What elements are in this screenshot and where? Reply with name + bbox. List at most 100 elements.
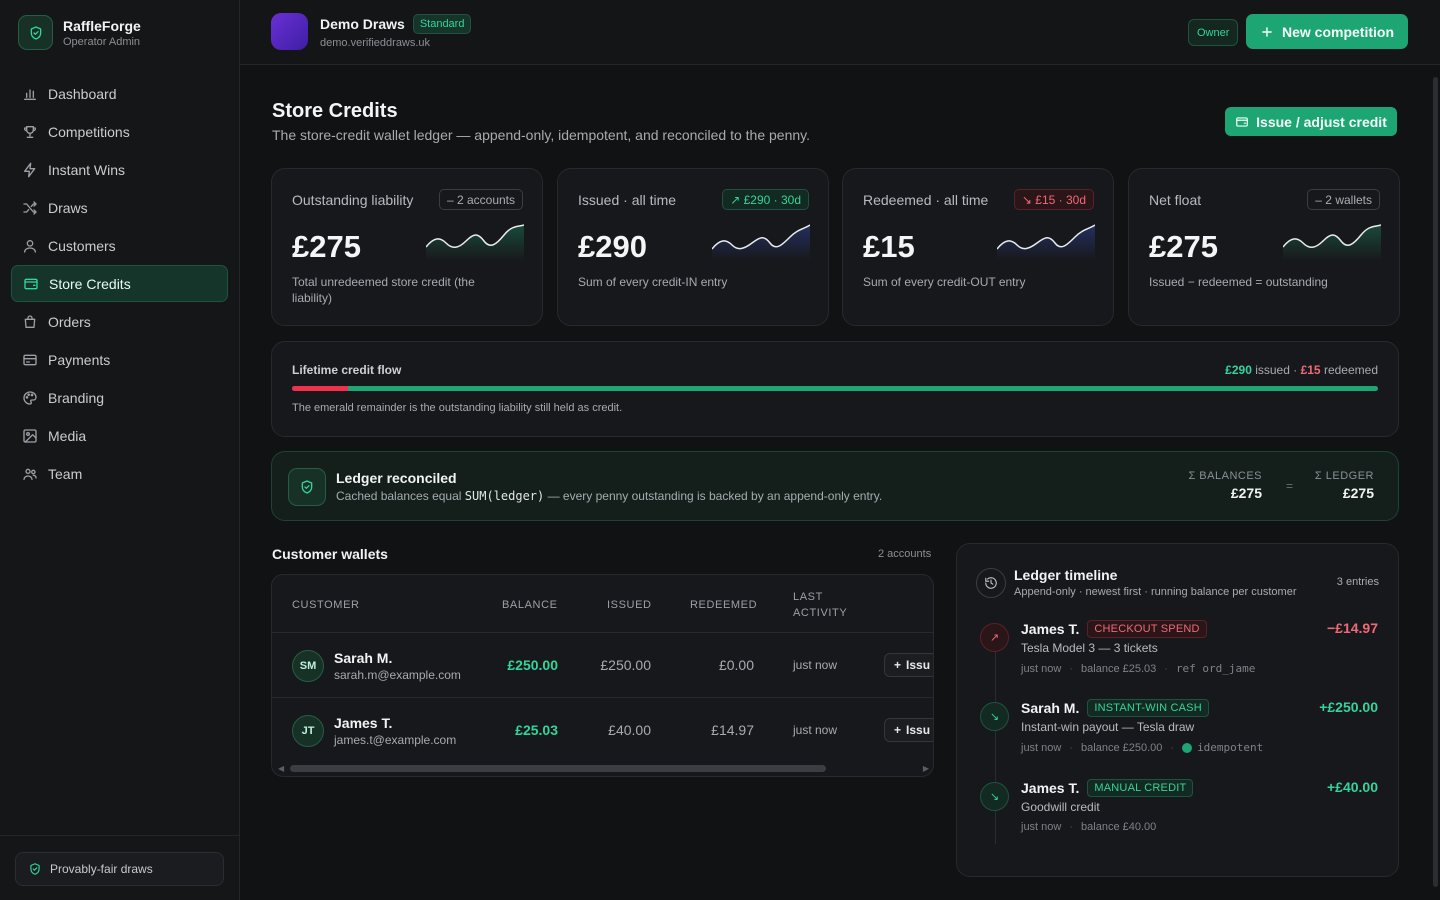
issued-cell: £40.00 xyxy=(608,722,651,738)
page-scrollbar[interactable] xyxy=(1431,65,1440,900)
sidebar-item-team[interactable]: Team xyxy=(11,455,228,492)
entry-tag: CHECKOUT SPEND xyxy=(1087,620,1207,638)
stat-description: Issued − redeemed = outstanding xyxy=(1149,275,1328,289)
sparkline xyxy=(426,224,524,261)
horizontal-scrollbar[interactable]: ◀ ▶ xyxy=(276,763,931,774)
new-competition-button[interactable]: New competition xyxy=(1246,14,1408,49)
stat-description: Sum of every credit-OUT entry xyxy=(863,275,1026,289)
entry-time: just now xyxy=(1021,821,1062,833)
sidebar-item-label: Media xyxy=(48,427,87,444)
sidebar-item-store-credits[interactable]: Store Credits xyxy=(11,265,228,302)
shield-check-icon xyxy=(28,862,42,876)
arrow-up-right-icon: ↗ xyxy=(980,623,1009,652)
sparkline xyxy=(997,224,1095,261)
stat-label: Issued · all time xyxy=(578,192,677,208)
issue-credit-button[interactable]: + Issu xyxy=(884,653,933,677)
stat-description: Sum of every credit-IN entry xyxy=(578,275,728,289)
meta-separator: · xyxy=(1164,662,1168,675)
sidebar-item-customers[interactable]: Customers xyxy=(11,227,228,264)
entry-amount: −£14.97 xyxy=(1327,620,1378,636)
meta-separator: · xyxy=(1069,662,1074,675)
entry-meta: just now · balance £250.00 · idempotent xyxy=(1021,741,1263,754)
stat-label: Net float xyxy=(1149,192,1202,208)
activity-header-line1: LAST xyxy=(793,591,823,603)
sidebar-item-draws[interactable]: Draws xyxy=(11,189,228,226)
table-row[interactable]: JT James T. james.t@example.com £25.03 £… xyxy=(272,698,933,763)
shield-check-icon xyxy=(288,468,326,506)
flow-issued-value: £290 xyxy=(1225,363,1252,377)
sidebar-item-media[interactable]: Media xyxy=(11,417,228,454)
entry-tag: INSTANT-WIN CASH xyxy=(1087,699,1209,717)
tenant-avatar xyxy=(271,13,308,50)
sidebar-item-label: Competitions xyxy=(48,123,130,140)
arrow-down-right-icon: ↘ xyxy=(980,782,1009,811)
stat-description: Total unredeemed store credit (the liabi… xyxy=(292,275,475,305)
tenant-domain: demo.verifieddraws.uk xyxy=(320,37,431,49)
tenant-switcher[interactable]: Demo Draws Standard demo.verifieddraws.u… xyxy=(271,13,472,50)
issue-adjust-credit-label: Issue / adjust credit xyxy=(1256,113,1387,130)
history-icon xyxy=(976,568,1006,598)
issue-adjust-credit-button[interactable]: Issue / adjust credit xyxy=(1225,107,1397,136)
flow-note: The emerald remainder is the outstanding… xyxy=(292,402,623,414)
issue-credit-label: Issu xyxy=(906,658,931,672)
card-icon xyxy=(22,352,38,368)
stat-card-outstanding: Outstanding liability – 2 accounts £275 … xyxy=(271,168,543,326)
scrollbar-thumb[interactable] xyxy=(290,765,826,772)
entry-description: Goodwill credit xyxy=(1021,800,1100,814)
brand[interactable]: RaffleForge Operator Admin xyxy=(18,15,141,50)
sidebar-item-branding[interactable]: Branding xyxy=(11,379,228,416)
provably-fair-label: Provably-fair draws xyxy=(50,862,153,876)
sparkline xyxy=(712,224,810,261)
entry-customer: Sarah M. xyxy=(1021,700,1080,716)
brand-subtitle: Operator Admin xyxy=(63,35,141,48)
sidebar-item-label: Payments xyxy=(48,351,111,368)
wallets-count: 2 accounts xyxy=(878,548,932,560)
wallet-icon xyxy=(23,276,39,292)
redeemed-cell: £0.00 xyxy=(718,657,754,673)
entry-customer: James T. xyxy=(1021,621,1080,637)
equals-sign: = xyxy=(1286,479,1294,493)
ledger-sum: Σ LEDGER £275 xyxy=(1315,470,1374,501)
balance-cell: £25.03 xyxy=(515,722,558,738)
issue-credit-button[interactable]: + Issu xyxy=(884,718,933,742)
new-competition-label: New competition xyxy=(1281,23,1394,40)
arrow-down-right-icon: ↘ xyxy=(980,702,1009,731)
wallets-title: Customer wallets xyxy=(272,546,388,562)
timeline-entry: ↗ James T. CHECKOUT SPEND −£14.97 Tesla M… xyxy=(957,620,1398,690)
sidebar-item-instant-wins[interactable]: Instant Wins xyxy=(11,151,228,188)
stat-badge: ↘ £15 · 30d xyxy=(1013,189,1094,210)
ledger-timeline-card: Ledger timeline Append-only · newest fir… xyxy=(956,543,1399,877)
sidebar-item-dashboard[interactable]: Dashboard xyxy=(11,75,228,112)
page-title: Store Credits xyxy=(272,100,398,122)
entry-customer: James T. xyxy=(1021,780,1080,796)
entry-time: just now xyxy=(1021,662,1062,675)
user-icon xyxy=(22,238,38,254)
topbar: Demo Draws Standard demo.verifieddraws.u… xyxy=(240,0,1440,65)
timeline-entry: ↘ James T. MANUAL CREDIT +£40.00 Goodwill… xyxy=(957,779,1398,849)
bar-chart-icon xyxy=(22,86,38,102)
scrollbar-thumb[interactable] xyxy=(1433,77,1438,887)
sidebar-item-label: Draws xyxy=(48,199,88,216)
stat-card-redeemed: Redeemed · all time ↘ £15 · 30d £15 Sum … xyxy=(842,168,1114,326)
sidebar-item-orders[interactable]: Orders xyxy=(11,303,228,340)
sidebar-item-competitions[interactable]: Competitions xyxy=(11,113,228,150)
provably-fair-button[interactable]: Provably-fair draws xyxy=(15,852,224,886)
shield-check-icon xyxy=(18,15,53,50)
ledger-reconciled-card: Ledger reconciled Cached balances equal … xyxy=(271,451,1399,521)
scroll-left-icon[interactable]: ◀ xyxy=(278,764,284,773)
sidebar-nav: Dashboard Competitions Instant Wins Draw… xyxy=(11,75,228,493)
sidebar-item-payments[interactable]: Payments xyxy=(11,341,228,378)
column-header-issued: ISSUED xyxy=(607,599,652,611)
stat-card-issued: Issued · all time ↗ £290 · 30d £290 Sum … xyxy=(557,168,829,326)
stat-label: Outstanding liability xyxy=(292,192,414,208)
reconciled-title: Ledger reconciled xyxy=(336,470,457,486)
issued-cell: £250.00 xyxy=(600,657,651,673)
plus-icon: + xyxy=(894,723,902,737)
entry-meta: just now · balance £40.00 xyxy=(1021,821,1156,833)
wallets-table: CUSTOMER BALANCE ISSUED REDEEMED LAST AC… xyxy=(271,574,934,777)
lightning-icon xyxy=(22,162,38,178)
ledger-label: Σ LEDGER xyxy=(1314,470,1374,482)
flow-legend: £290 issued · £15 redeemed xyxy=(1225,363,1378,377)
scroll-right-icon[interactable]: ▶ xyxy=(923,764,929,773)
table-row[interactable]: SM Sarah M. sarah.m@example.com £250.00 … xyxy=(272,633,933,698)
